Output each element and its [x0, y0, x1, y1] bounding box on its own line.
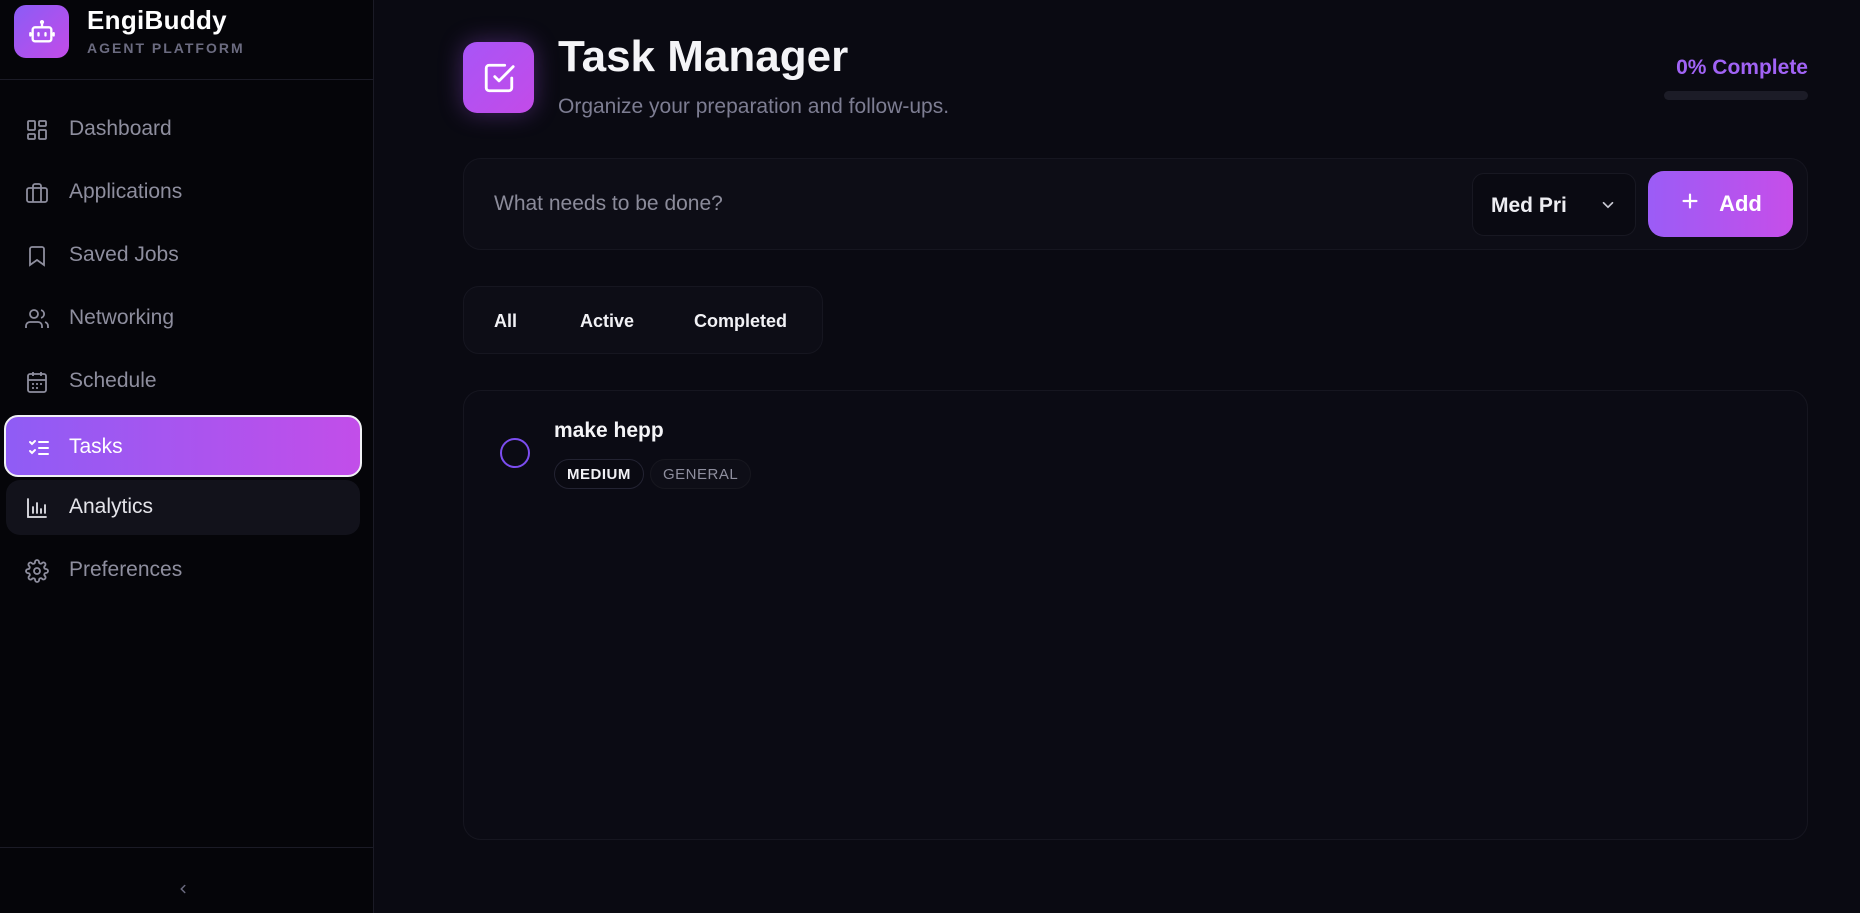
brand-subtitle: AGENT PLATFORM	[87, 40, 245, 56]
brand-header: EngiBuddy AGENT PLATFORM	[0, 0, 374, 80]
progress-bar	[1664, 91, 1808, 100]
plus-icon	[1679, 190, 1701, 218]
list-checks-icon	[26, 435, 51, 460]
sidebar-item-preferences[interactable]: Preferences	[6, 543, 360, 598]
page-subtitle: Organize your preparation and follow-ups…	[558, 95, 950, 118]
task-list: make hepp MEDIUM GENERAL	[463, 390, 1808, 840]
briefcase-icon	[24, 180, 49, 205]
task-title: make hepp	[554, 419, 664, 442]
sidebar-item-networking[interactable]: Networking	[6, 291, 360, 346]
brand-name: EngiBuddy	[87, 5, 227, 35]
bookmark-icon	[24, 243, 49, 268]
main-content: Task Manager Organize your preparation a…	[375, 0, 1860, 913]
priority-select-value: Med Pri	[1491, 194, 1567, 217]
calendar-icon	[24, 369, 49, 394]
sidebar-item-label: Preferences	[69, 558, 183, 581]
bar-chart-icon	[24, 495, 49, 520]
sidebar-item-saved-jobs[interactable]: Saved Jobs	[6, 228, 360, 283]
sidebar-item-schedule[interactable]: Schedule	[6, 354, 360, 409]
sidebar-item-label: Schedule	[69, 369, 157, 392]
sidebar-item-dashboard[interactable]: Dashboard	[6, 102, 360, 157]
dashboard-icon	[24, 117, 49, 142]
sidebar-item-tasks[interactable]: Tasks	[4, 415, 362, 477]
list-item: make hepp MEDIUM GENERAL	[464, 391, 1809, 501]
chevron-left-icon[interactable]	[172, 878, 194, 900]
sidebar-item-label: Saved Jobs	[69, 243, 179, 266]
sidebar-item-applications[interactable]: Applications	[6, 165, 360, 220]
chevron-down-icon	[1599, 196, 1617, 214]
checkbox-icon	[463, 42, 534, 113]
add-task-button-label: Add	[1719, 191, 1762, 216]
filter-tabs: All Active Completed	[463, 286, 823, 354]
gear-icon	[24, 558, 49, 583]
task-input[interactable]	[472, 167, 1472, 241]
sidebar-item-label: Networking	[69, 306, 175, 329]
tab-active[interactable]: Active	[580, 311, 634, 332]
sidebar-item-analytics[interactable]: Analytics	[6, 480, 360, 535]
robot-icon[interactable]	[14, 5, 69, 58]
tab-completed[interactable]: Completed	[694, 311, 787, 332]
category-badge: GENERAL	[650, 459, 752, 489]
sidebar-item-label: Dashboard	[69, 117, 172, 140]
priority-select[interactable]: Med Pri	[1472, 173, 1636, 236]
app-root: EngiBuddy AGENT PLATFORM Dashboard Appli…	[0, 0, 1860, 913]
sidebar-item-label: Analytics	[69, 495, 154, 518]
progress-text: 0% Complete	[1676, 56, 1808, 79]
add-task-button[interactable]: Add	[1648, 171, 1793, 237]
priority-badge: MEDIUM	[554, 459, 644, 489]
page-title: Task Manager	[558, 32, 849, 81]
sidebar-item-label: Applications	[69, 180, 183, 203]
task-complete-toggle[interactable]	[500, 438, 530, 468]
tab-all[interactable]: All	[494, 311, 517, 332]
add-task-bar: Med Pri Add	[463, 158, 1808, 250]
sidebar: EngiBuddy AGENT PLATFORM Dashboard Appli…	[0, 0, 374, 913]
users-icon	[24, 306, 49, 331]
sidebar-footer	[0, 847, 374, 913]
sidebar-item-label: Tasks	[69, 435, 123, 458]
